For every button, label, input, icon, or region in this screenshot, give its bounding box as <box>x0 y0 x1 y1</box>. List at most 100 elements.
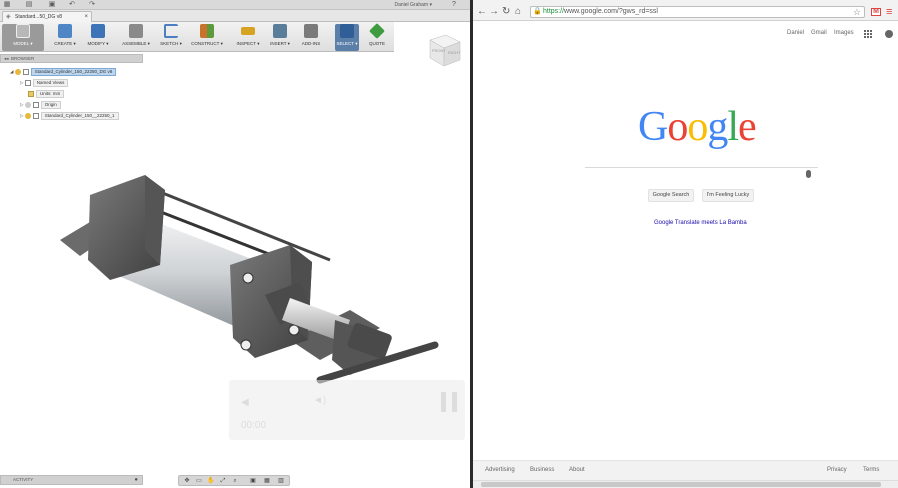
document-tab[interactable]: ◈ Standard...50_DG v8 × <box>2 11 92 22</box>
box-icon <box>58 24 72 38</box>
notifications-icon[interactable] <box>885 30 893 38</box>
viewcube[interactable]: FRONT RIGHT <box>422 30 464 70</box>
browser-title: BROWSER <box>11 56 35 61</box>
document-tabs: ◈ Standard...50_DG v8 × <box>0 10 470 22</box>
insert-button[interactable]: INSERT ▾ <box>268 24 292 51</box>
grid-icon[interactable]: ▦ <box>3 1 11 9</box>
cylinder-model[interactable] <box>50 170 450 390</box>
component-icon: ◈ <box>6 14 11 20</box>
help-icon[interactable]: ? <box>450 1 458 9</box>
undo-icon[interactable]: ↶ <box>68 1 76 9</box>
footer-business-link[interactable]: Business <box>530 467 554 473</box>
google-search-button[interactable]: Google Search <box>648 189 694 202</box>
footer-about-link[interactable]: About <box>569 467 585 473</box>
tree-component[interactable]: ▷ Standard_Cylinder_150__22250_1 <box>20 112 119 120</box>
cursor-icon <box>340 24 354 38</box>
speaker-icon[interactable]: ◄) <box>313 395 326 406</box>
logo-letter: o <box>667 104 688 150</box>
apps-grid-icon[interactable] <box>864 30 872 38</box>
sketch-icon <box>164 24 178 38</box>
pan-icon[interactable]: ✋ <box>207 478 215 484</box>
menu-icon[interactable]: ≡ <box>886 6 892 18</box>
user-link[interactable]: Daniel <box>787 30 804 36</box>
scrollbar-thumb[interactable] <box>481 482 881 487</box>
settings-icon[interactable]: ● <box>134 476 138 484</box>
fusion-window: ▦ ▤ ▣ ↶ ↷ Daniel Graham ▾ ? ◈ Standard..… <box>0 0 470 488</box>
pause-icon[interactable] <box>441 392 457 412</box>
viewcube-right-label: RIGHT <box>448 50 461 55</box>
volume-icon[interactable]: ◀ <box>241 397 249 408</box>
bookmark-star-icon[interactable]: ☆ <box>853 7 861 17</box>
file-icon[interactable]: ▤ <box>25 1 33 9</box>
reload-icon[interactable]: ↻ <box>502 6 510 18</box>
browser-panel-header[interactable]: ◂◂ BROWSER <box>0 54 143 63</box>
sketch-button[interactable]: SKETCH ▾ <box>158 24 184 51</box>
collapse-icon[interactable]: ◂◂ <box>4 55 9 62</box>
joint-icon <box>129 24 143 38</box>
folder-icon <box>24 79 31 86</box>
microphone-icon[interactable] <box>806 170 811 178</box>
tree-root[interactable]: ◢ Standard_Cylinder_150_22250_DG v8 <box>10 68 117 76</box>
model-icon <box>16 24 30 38</box>
user-menu[interactable]: Daniel Graham ▾ <box>394 2 432 8</box>
feeling-lucky-button[interactable]: I'm Feeling Lucky <box>702 189 754 202</box>
component-icon <box>32 112 39 119</box>
logo-letter: l <box>727 104 739 150</box>
quote-button[interactable]: QUOTE <box>366 23 388 51</box>
add-ins-icon <box>304 24 318 38</box>
home-icon[interactable]: ⌂ <box>515 6 521 18</box>
tree-root-label: Standard_Cylinder_150_22250_DG v8 <box>30 68 117 76</box>
url-input[interactable]: 🔒 https://www.google.com/?gws_rd=ssl ☆ <box>530 6 865 18</box>
back-icon[interactable]: ← <box>477 6 487 18</box>
url-text: www.google.com/?gws_rd=ssl <box>564 8 658 15</box>
lock-icon: 🔒 <box>533 8 542 15</box>
viewcube-front-label: FRONT <box>432 48 446 53</box>
tree-units[interactable]: Units: mm <box>28 90 65 98</box>
tree-origin[interactable]: ▷ Origin <box>20 101 61 109</box>
images-link[interactable]: Images <box>834 30 854 36</box>
modify-button[interactable]: MODIFY ▾ <box>84 24 112 51</box>
logo-letter: G <box>638 104 668 150</box>
orbit-icon[interactable]: ✥ <box>183 478 191 484</box>
footer: Advertising Business About Privacy Terms <box>473 460 898 480</box>
forward-icon[interactable]: → <box>489 6 499 18</box>
close-icon[interactable]: × <box>84 12 88 22</box>
viewports-icon[interactable]: ▥ <box>277 478 285 484</box>
logo-letter: e <box>738 104 757 150</box>
folder-icon <box>32 101 39 108</box>
construct-button[interactable]: CONSTRUCT ▾ <box>190 24 224 51</box>
lightbulb-icon[interactable] <box>14 68 21 75</box>
inspect-button[interactable]: INSPECT ▾ <box>234 24 262 51</box>
plane-icon <box>200 24 214 38</box>
gmail-link[interactable]: Gmail <box>811 30 827 36</box>
assemble-button[interactable]: ASSEMBLE ▾ <box>118 24 154 51</box>
grid-settings-icon[interactable]: ▦ <box>263 478 271 484</box>
doodle-link[interactable]: Google Translate meets La Bamba <box>654 220 747 226</box>
zoom-window-icon[interactable]: ⤢ <box>219 478 227 484</box>
footer-privacy-link[interactable]: Privacy <box>827 467 847 473</box>
search-input[interactable] <box>585 167 818 168</box>
footer-advertising-link[interactable]: Advertising <box>485 467 515 473</box>
model-workspace-button[interactable]: MODEL ▾ <box>2 24 44 51</box>
zoom-icon[interactable]: ⌕ <box>231 478 239 484</box>
add-ins-button[interactable]: ADD-INS <box>299 24 323 51</box>
gmail-icon[interactable]: M <box>871 8 881 16</box>
save-icon[interactable]: ▣ <box>48 1 56 9</box>
horizontal-scrollbar[interactable] <box>473 480 898 488</box>
document-icon <box>28 90 34 97</box>
tree-named-views[interactable]: ▷ Named Views <box>20 79 69 87</box>
display-settings-icon[interactable]: ▣ <box>249 478 257 484</box>
look-icon[interactable]: ▭ <box>195 478 203 484</box>
lightbulb-icon[interactable] <box>24 101 31 108</box>
navigation-bar: ✥ ▭ ✋ ⤢ ⌕ ▣ ▦ ▥ <box>178 475 290 486</box>
url-scheme: https:// <box>543 8 565 15</box>
logo-letter: g <box>707 104 728 150</box>
address-bar: ← → ↻ ⌂ 🔒 https://www.google.com/?gws_rd… <box>473 3 898 21</box>
create-button[interactable]: CREATE ▾ <box>52 24 78 51</box>
select-button[interactable]: SELECT ▾ <box>335 24 359 51</box>
activity-label: ACTIVITY <box>13 477 34 482</box>
footer-terms-link[interactable]: Terms <box>863 467 879 473</box>
redo-icon[interactable]: ↷ <box>88 1 96 9</box>
activity-panel[interactable]: ACTIVITY ● <box>0 475 143 485</box>
lightbulb-icon[interactable] <box>24 112 31 119</box>
